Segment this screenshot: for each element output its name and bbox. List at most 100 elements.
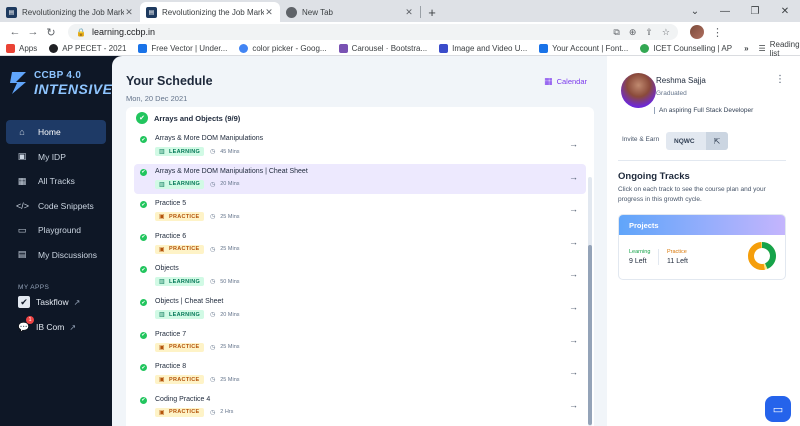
scrollbar-thumb[interactable] [588, 245, 592, 425]
chat-support-button[interactable]: ▭ [765, 396, 791, 422]
item-duration: ◷ 50 Mins [210, 278, 240, 286]
schedule-group-title: Arrays and Objects (9/9) [154, 113, 241, 123]
close-icon[interactable]: ✕ [124, 7, 134, 18]
arrow-right-icon[interactable]: → [569, 139, 578, 149]
item-type-badge: ▣ PRACTICE [155, 407, 204, 417]
external-link-icon: ↗ [69, 322, 77, 332]
address-bar[interactable]: 🔒 learning.ccbp.in ⧉ ⊕ ⇪ ☆ [68, 24, 678, 40]
forward-icon[interactable]: → [24, 26, 42, 38]
schedule-item[interactable]: ✔ Practice 8 ▣ PRACTICE ◷ 25 Mins → [134, 359, 586, 389]
bookmark-favicon-icon [439, 44, 449, 53]
bookmark-apps[interactable]: Apps [6, 44, 37, 53]
bookmark-item[interactable]: ICET Counselling | AP [640, 44, 732, 53]
arrow-right-icon[interactable]: → [569, 400, 578, 410]
check-circle-icon: ✔ [140, 168, 147, 176]
schedule-item[interactable]: ✔ Practice 6 ▣ PRACTICE ◷ 25 Mins → [134, 229, 586, 259]
tab-search-icon[interactable]: ⌄ [680, 0, 710, 22]
close-icon[interactable]: ✕ [264, 7, 274, 18]
reload-icon[interactable]: ↻ [42, 26, 60, 39]
window-controls: ⌄ — ❐ ✕ [680, 0, 800, 22]
app-item-taskflow[interactable]: ✔ Taskflow ↗ [18, 296, 80, 308]
sidebar-item-home[interactable]: ⌂ Home [6, 120, 106, 144]
bookmark-item[interactable]: color picker - Goog... [239, 44, 327, 53]
more-bookmarks-button[interactable]: » [744, 44, 748, 53]
reading-list-button[interactable]: Reading list [770, 40, 800, 58]
window-close-icon[interactable]: ✕ [770, 0, 800, 22]
schedule-group-header[interactable]: ✔ Arrays and Objects (9/9) [136, 112, 240, 124]
duration-text: 25 Mins [220, 376, 240, 383]
sidebar-item-playground[interactable]: ▭ Playground [6, 218, 106, 242]
back-icon[interactable]: ← [6, 26, 24, 38]
bookmark-item[interactable]: AP PECET - 2021 [49, 44, 126, 53]
schedule-item[interactable]: ✔ Arrays & More DOM Manipulations ▥ LEARNIN… [134, 131, 586, 161]
bookmark-star-icon[interactable]: ☆ [662, 27, 670, 38]
browser-tab-3[interactable]: New Tab ✕ [280, 2, 420, 22]
arrow-right-icon[interactable]: → [569, 204, 578, 214]
duration-text: 25 Mins [220, 246, 240, 253]
arrow-right-icon[interactable]: → [569, 269, 578, 279]
referral-code-box[interactable]: NQWC ⇱ [666, 132, 728, 150]
practice-icon: ▣ [159, 214, 165, 221]
close-icon[interactable]: ✕ [404, 7, 414, 18]
bookmark-item[interactable]: Image and Video U... [439, 44, 527, 53]
app-item-ib-com[interactable]: 💬 1 IB Com ↗ [18, 316, 77, 333]
badge-label: LEARNING [168, 148, 201, 155]
sidebar-item-my-idp[interactable]: ▣ My IDP [6, 145, 106, 169]
arrow-right-icon[interactable]: → [569, 172, 578, 182]
bookmark-item[interactable]: Free Vector | Under... [138, 44, 227, 53]
sidebar-item-code-snippets[interactable]: </> Code Snippets [6, 194, 106, 218]
sidebar-item-label: All Tracks [38, 176, 75, 186]
browser-tab-2[interactable]: ▤ Revolutionizing the Job Market | ✕ [140, 2, 280, 22]
bookmark-item[interactable]: Your Account | Font... [539, 44, 628, 53]
ccbp-favicon-icon: ▤ [146, 6, 157, 18]
duration-text: 25 Mins [220, 213, 240, 220]
schedule-item[interactable]: ✔ Objects | Cheat Sheet ▥ LEARNING ◷ 20 Mins → [134, 294, 586, 324]
schedule-item[interactable]: ✔ Arrays & More DOM Manipulations | Cheat… [134, 163, 586, 194]
item-duration: ◷ 20 Mins [210, 311, 240, 319]
schedule-item[interactable]: ✔ Practice 5 ▣ PRACTICE ◷ 25 Mins → [134, 196, 586, 226]
book-icon: ▥ [159, 279, 165, 286]
duration-text: 20 Mins [220, 181, 240, 188]
lock-icon[interactable]: 🔒 [76, 28, 86, 37]
open-in-app-icon[interactable]: ⧉ [613, 27, 619, 38]
schedule-item[interactable]: ✔ Coding Practice 4 ▣ PRACTICE ◷ 2 Hrs → [134, 392, 586, 422]
schedule-item[interactable]: ✔ Practice 7 ▣ PRACTICE ◷ 25 Mins → [134, 327, 586, 357]
new-tab-button[interactable]: + [421, 2, 443, 22]
share-external-icon[interactable]: ⇱ [706, 132, 728, 150]
duration-text: 25 Mins [220, 344, 240, 351]
zoom-icon[interactable]: ⊕ [629, 27, 637, 38]
arrow-right-icon[interactable]: → [569, 302, 578, 312]
arrow-right-icon[interactable]: → [569, 237, 578, 247]
restore-icon[interactable]: ❐ [740, 0, 770, 22]
app-root: CCBP 4.0 INTENSIVE ⌂ Home ▣ My IDP ▦ All… [0, 56, 800, 426]
ccbp-logo[interactable]: CCBP 4.0 INTENSIVE [8, 68, 112, 102]
bookmark-item[interactable]: Carousel · Bootstra... [338, 44, 428, 53]
stat-separator [658, 249, 659, 265]
bookmark-favicon-icon [539, 44, 549, 53]
check-circle-icon: ✔ [140, 299, 147, 306]
clock-icon: ◷ [210, 279, 216, 286]
bookmarks-bar: Apps AP PECET - 2021 Free Vector | Under… [0, 40, 800, 58]
browser-tab-1[interactable]: ▤ Revolutionizing the Job Market | ✕ [0, 2, 140, 22]
reading-list-icon[interactable]: ☰ [759, 44, 766, 53]
idp-icon: ▣ [17, 151, 27, 161]
browser-menu-icon[interactable]: ⋮ [712, 26, 723, 39]
item-duration: ◷ 45 Mins [210, 148, 240, 156]
profile-avatar[interactable] [690, 25, 704, 39]
profile-menu-icon[interactable]: ⋮ [775, 74, 785, 85]
arrow-right-icon[interactable]: → [569, 367, 578, 377]
schedule-item-name: Practice 5 [155, 200, 187, 208]
schedule-item[interactable]: ✔ Objects ▥ LEARNING ◷ 50 Mins → [134, 261, 586, 291]
share-icon[interactable]: ⇪ [645, 27, 653, 38]
projects-card[interactable]: Projects Learning 9 Left Practice 11 Lef… [618, 214, 786, 280]
arrow-right-icon[interactable]: → [569, 335, 578, 345]
sidebar-item-all-tracks[interactable]: ▦ All Tracks [6, 169, 106, 193]
avatar[interactable] [621, 73, 656, 108]
bookmark-label: Carousel · Bootstra... [351, 44, 428, 53]
my-apps-heading: MY APPS [18, 284, 50, 291]
calendar-button[interactable]: ▦ Calendar [544, 76, 587, 87]
sidebar-item-my-discussions[interactable]: ▤ My Discussions [6, 243, 106, 267]
bookmark-favicon-icon [640, 44, 650, 53]
ongoing-tracks-description: Click on each track to see the course pl… [618, 186, 766, 203]
minimize-icon[interactable]: — [710, 0, 740, 22]
